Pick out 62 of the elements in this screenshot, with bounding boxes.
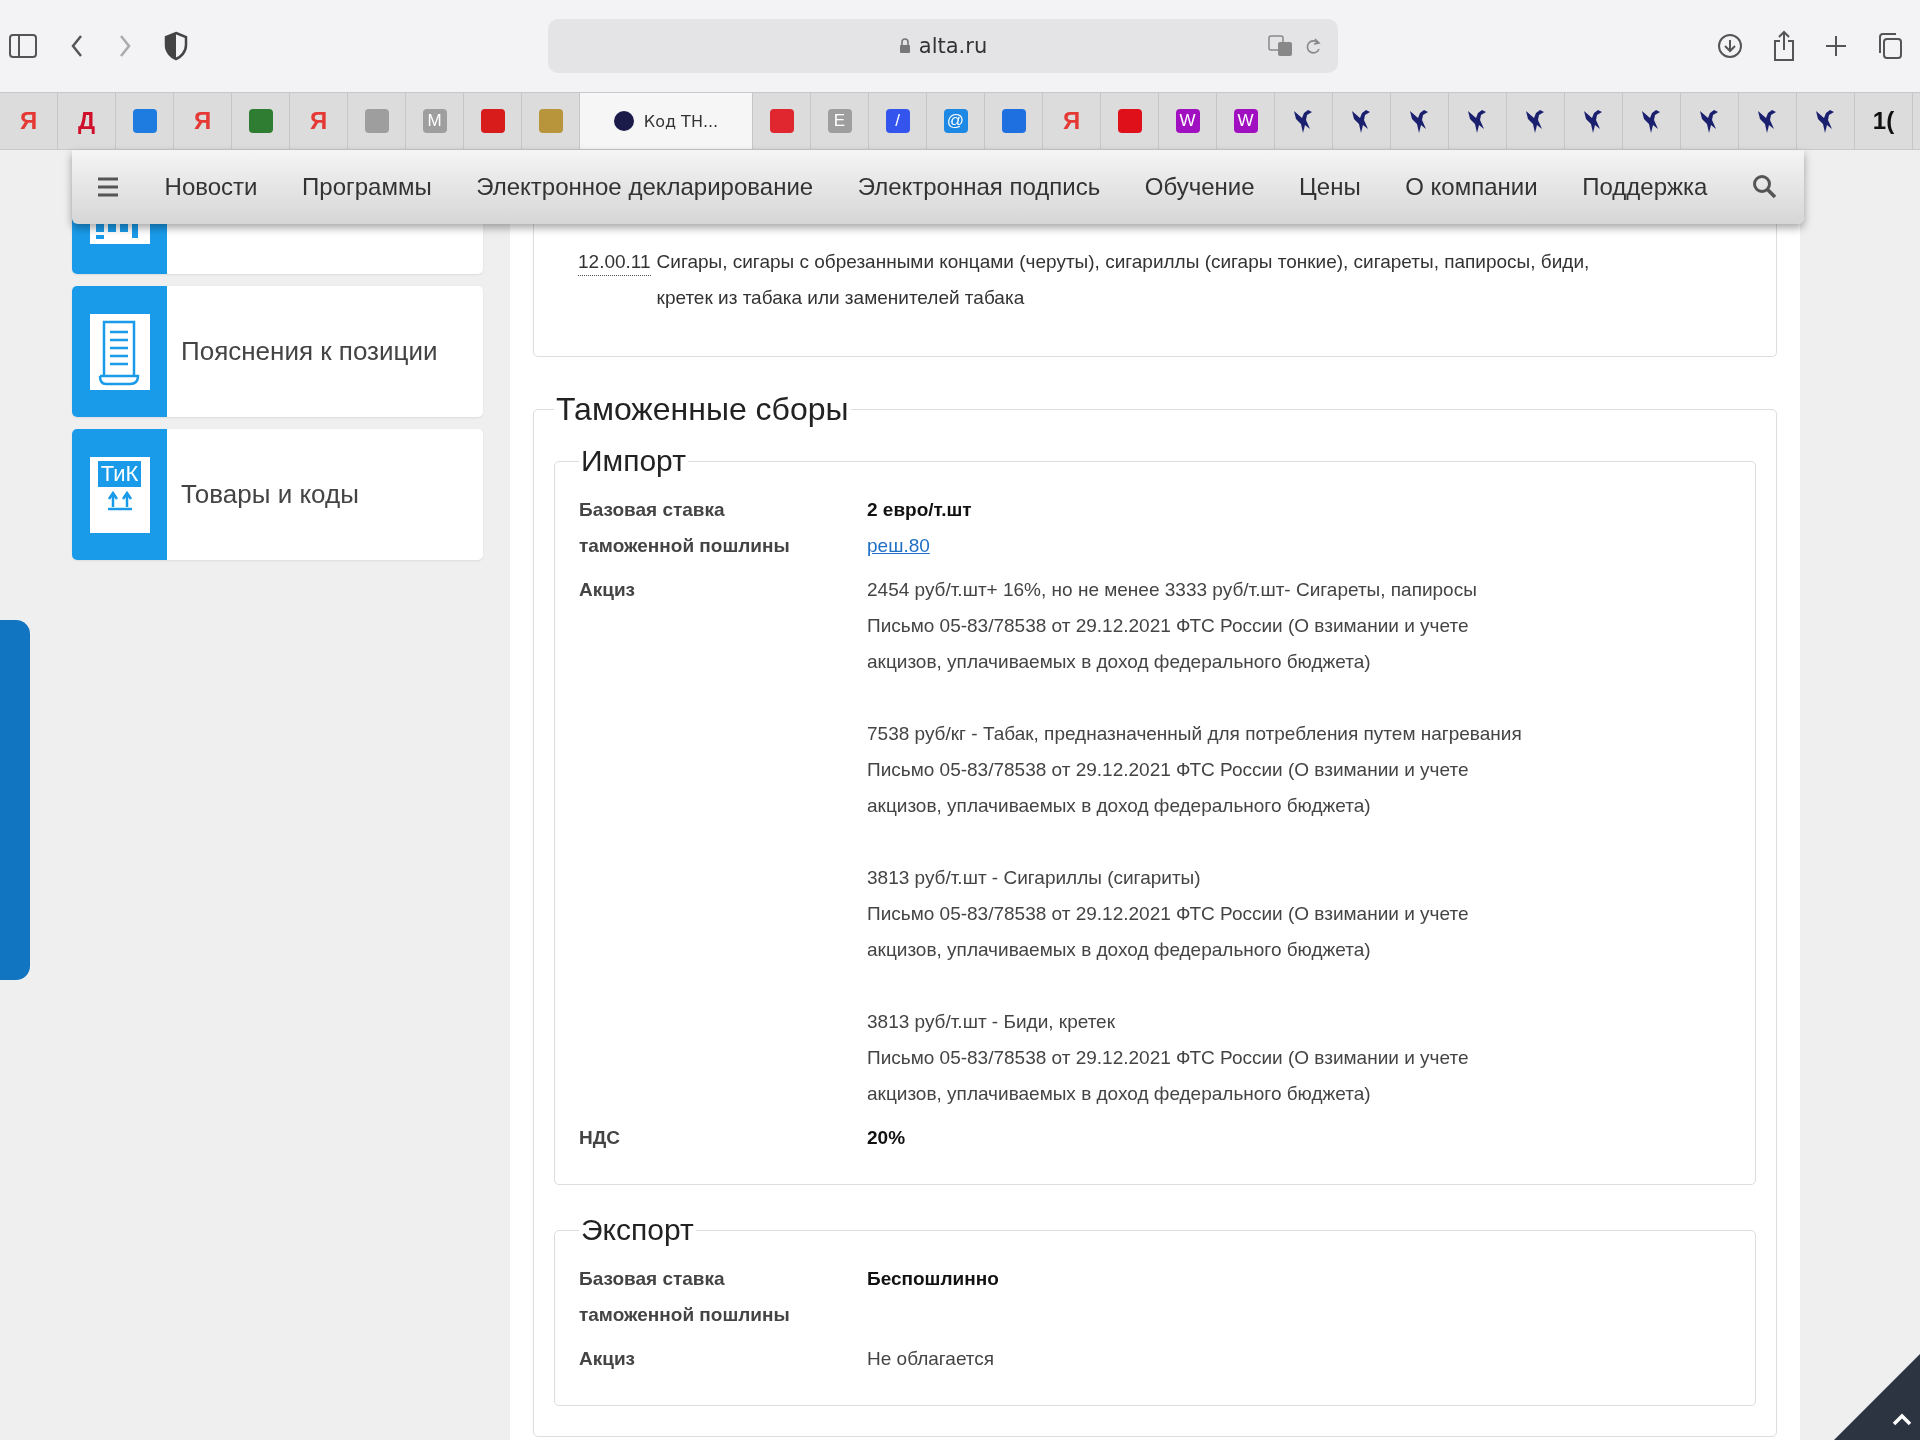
section-title: Таможенные сборы [555, 391, 850, 428]
bookmark-icon[interactable] [480, 109, 505, 133]
field-value: 2 евро/т.шт [867, 498, 973, 522]
address-text: alta.ru [918, 34, 988, 58]
field-label: Акциз [579, 1348, 636, 1369]
field-value: 20% [867, 1126, 907, 1150]
excise-rate: 3813 руб/т.шт - Сигариллы (сигариты) [867, 866, 1202, 890]
excise-source: Письмо 05-83/78538 от 29.12.2021 ФТС России (О взимании и учете акцизов, уплачиваемых в доход федерального бюджета) [867, 614, 1470, 674]
plus-icon[interactable] [1824, 34, 1848, 58]
scroll-icon [89, 313, 150, 390]
subsection-title: Импорт [580, 444, 687, 478]
shield-icon[interactable] [164, 31, 188, 61]
chevron-up-icon [1892, 1412, 1912, 1426]
subsection-title: Экспорт [580, 1213, 695, 1247]
nav-link[interactable]: Обучение [1144, 173, 1255, 201]
nav-link[interactable]: Новости [164, 173, 258, 201]
excise-source: Письмо 05-83/78538 от 29.12.2021 ФТС России (О взимании и учете акцизов, уплачиваемых в доход федерального бюджета) [867, 1046, 1470, 1106]
excise-rate: 3813 руб/т.шт - Биди, кретек [867, 1010, 1116, 1034]
field-label: Акциз [579, 579, 636, 600]
bookmark-icon[interactable]: Д [77, 107, 96, 135]
nav-link[interactable]: О компании [1405, 173, 1538, 201]
share-icon[interactable] [1772, 30, 1796, 62]
excise-source: Письмо 05-83/78538 от 29.12.2021 ФТС России (О взимании и учете акцизов, уплачиваемых в доход федерального бюджета) [867, 758, 1470, 818]
field-label: Базовая ставка таможенной пошлины [579, 499, 790, 556]
bookmark-icon[interactable]: W [1233, 109, 1258, 133]
okpd-description: Сигары, сигары с обрезанными концами (черуты), сигариллы (сигары тонкие), сигареты, папиросы, биди, кретек из табака или заменителей табака [656, 250, 1591, 310]
decision-link[interactable]: реш.80 [867, 535, 930, 556]
bookmark-icon[interactable]: @ [943, 109, 968, 133]
menu-icon[interactable] [96, 176, 120, 198]
download-icon[interactable] [1716, 32, 1744, 60]
excise-source: Письмо 05-83/78538 от 29.12.2021 ФТС России (О взимании и учете акцизов, уплачиваемых в доход федерального бюджета) [867, 902, 1470, 962]
field-value: Не облагается [867, 1347, 996, 1371]
tabs-icon[interactable] [1876, 31, 1904, 61]
nav-link[interactable]: Программы [302, 173, 432, 201]
field-value: Беспошлинно [867, 1267, 1000, 1291]
sidebar-card[interactable]: ТиК Товары и коды [72, 429, 483, 560]
translate-icon[interactable] [1268, 35, 1294, 57]
bookmark-icon[interactable] [769, 109, 794, 133]
bookmark-icon[interactable] [1117, 109, 1142, 133]
nav-link[interactable]: Цены [1299, 173, 1361, 201]
bookmark-icon[interactable]: W [1175, 109, 1200, 133]
lock-icon [898, 38, 911, 54]
nav-link[interactable]: Электронная подпись [857, 173, 1101, 201]
nav-link[interactable]: Поддержка [1582, 173, 1708, 201]
okpd-code[interactable]: 12.00.11 [578, 249, 651, 276]
goods-icon: ТиК [89, 456, 150, 533]
reload-icon[interactable] [1304, 35, 1322, 57]
bookmark-icon[interactable] [1001, 109, 1026, 133]
bookmark-icon[interactable] [248, 109, 273, 133]
bookmark-icon[interactable]: 1( [1872, 107, 1895, 135]
browser-tab[interactable]: Код ТН... [580, 93, 753, 149]
address-bar[interactable]: alta.ru [548, 19, 1338, 73]
search-icon[interactable] [1751, 174, 1778, 200]
field-label: Базовая ставка таможенной пошлины [579, 1268, 790, 1325]
bookmark-icon[interactable] [132, 109, 157, 133]
excise-rate: 7538 руб/кг - Табак, предназначенный для потребления путем нагревания [867, 722, 1523, 746]
sidebar-card[interactable]: Пояснения к позиции [72, 286, 483, 417]
nav-link[interactable]: Электронное декларирование [476, 173, 814, 201]
field-label: НДС [579, 1127, 620, 1148]
sidebar-icon[interactable] [8, 32, 38, 60]
bookmark-icon[interactable]: / [885, 109, 910, 133]
excise-rate: 2454 руб/т.шт+ 16%, но не менее 3333 руб/т.шт- Сигареты, папиросы [867, 578, 1478, 602]
